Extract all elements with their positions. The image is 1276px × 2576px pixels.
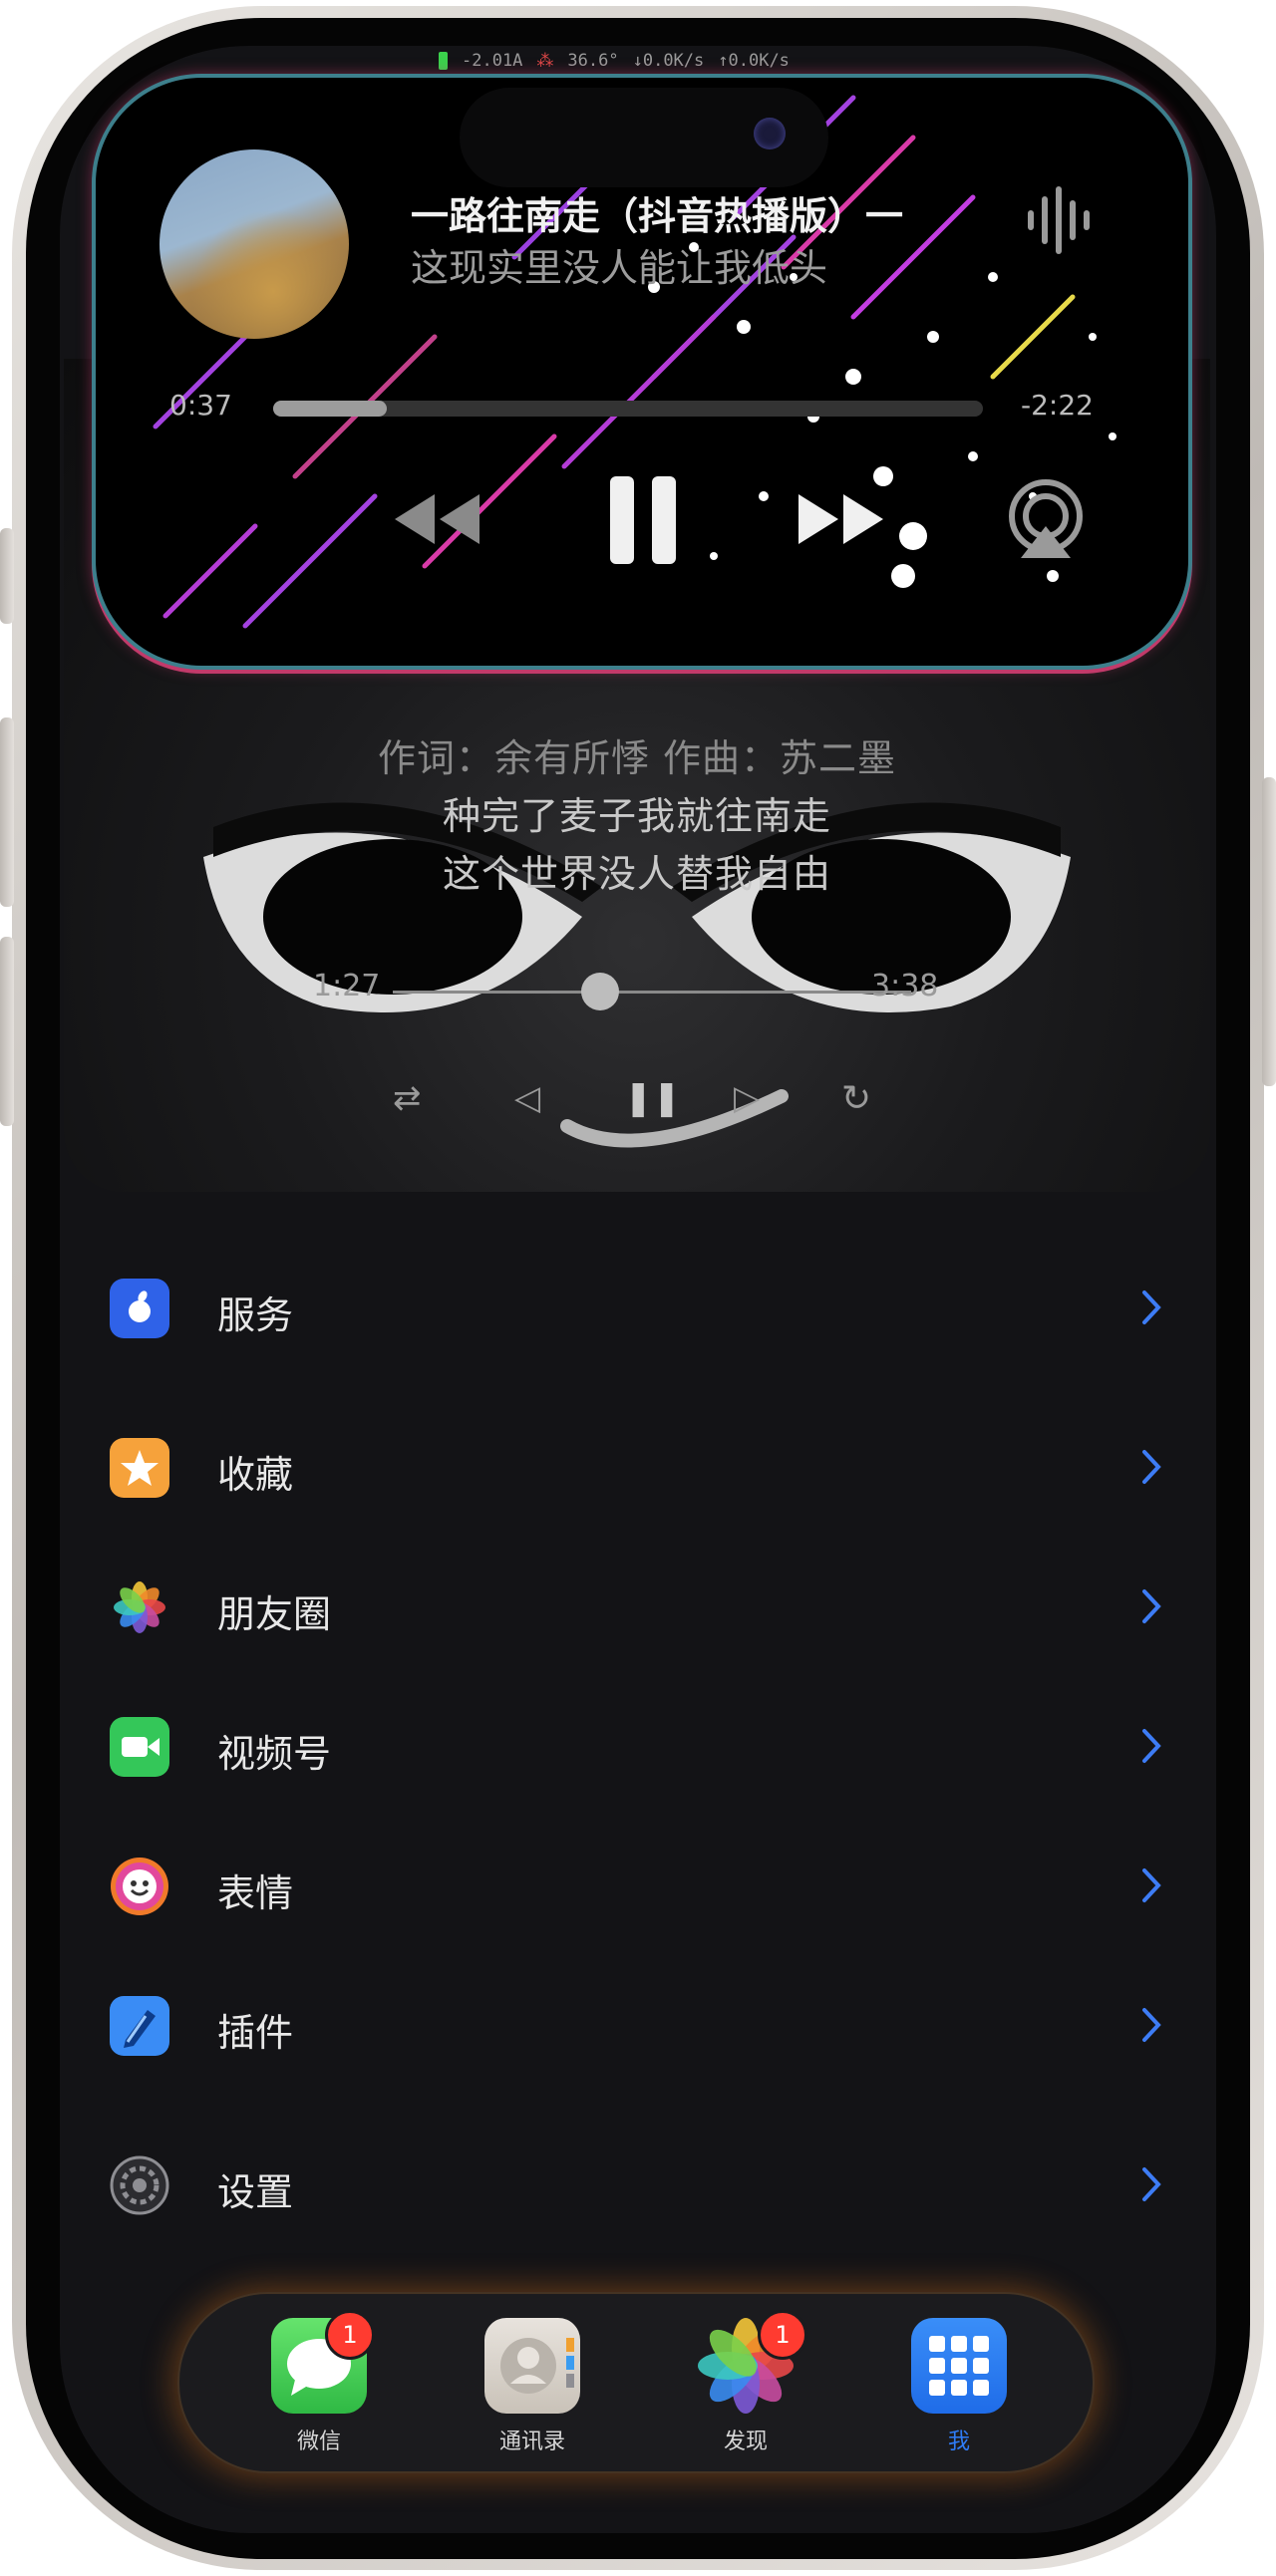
chevron-right-icon	[1142, 2008, 1161, 2042]
tab-wechat-label: 微信	[296, 2430, 341, 2454]
front-camera	[754, 118, 786, 149]
apple-icon	[110, 1279, 169, 1338]
chevron-right-icon	[1142, 1290, 1161, 1324]
tab-me[interactable]	[911, 2318, 1007, 2414]
chevron-right-icon	[1142, 2167, 1161, 2201]
discover-badge: 1	[758, 2310, 807, 2360]
menu-item-label: 朋友圈	[217, 1592, 332, 1636]
album-art[interactable]	[160, 149, 349, 339]
remaining-time: -2:22	[1021, 389, 1094, 422]
lyrics-progress-knob[interactable]	[581, 973, 619, 1010]
tab-discover-label: 发现	[723, 2430, 768, 2454]
video-camera-icon	[110, 1717, 169, 1777]
emoji-face-icon	[110, 1857, 169, 1916]
chevron-right-icon	[1142, 1450, 1161, 1484]
puzzle-pencil-icon	[110, 1996, 169, 2056]
lyrics-line-next: 这个世界没人替我自由	[442, 852, 831, 896]
volume-up-button	[0, 717, 14, 907]
menu-item-label: 表情	[217, 1871, 294, 1915]
song-lyric-line: 这现实里没人能让我低头	[411, 246, 828, 290]
lyrics-line-current: 种完了麦子我就往南走	[442, 794, 831, 838]
fast-forward-icon[interactable]	[794, 484, 893, 554]
tab-contacts[interactable]	[484, 2318, 580, 2414]
tab-contacts-label: 通讯录	[498, 2430, 565, 2454]
menu-item[interactable]: 设置	[60, 2126, 1216, 2245]
menu-item-label: 视频号	[217, 1732, 332, 1776]
playback-progress-fill	[273, 401, 387, 417]
apps-grid-icon	[929, 2336, 989, 2396]
menu-item-label: 设置	[217, 2170, 294, 2214]
mute-switch	[0, 528, 14, 624]
menu-item-label: 收藏	[217, 1453, 294, 1497]
elapsed-time: 0:37	[169, 389, 232, 422]
loop-icon[interactable]: ↻	[841, 1078, 871, 1119]
song-title: 一路往南走（抖音热播版）一	[411, 194, 904, 238]
menu-item-label: 插件	[217, 2011, 294, 2055]
lyrics-pause-icon[interactable]: ❚❚	[624, 1078, 681, 1118]
temperature-reading: 36.6°	[567, 51, 619, 71]
next-track-icon[interactable]: ▷	[734, 1078, 760, 1118]
gear-icon	[110, 2155, 169, 2215]
lyrics-total-time: 3:38	[871, 969, 939, 1003]
download-speed: ↓0.0K/s	[632, 51, 705, 71]
lyrics-progress-track[interactable]	[393, 991, 911, 994]
photos-flower-icon	[110, 1577, 169, 1637]
chevron-right-icon	[1142, 1868, 1161, 1902]
waveform-icon	[1028, 186, 1090, 254]
menu-item[interactable]: 朋友圈	[60, 1548, 1216, 1667]
current-reading: -2.01A	[462, 51, 523, 71]
menu-item[interactable]: 服务	[60, 1249, 1216, 1368]
contacts-icon	[500, 2338, 574, 2394]
chevron-right-icon	[1142, 1729, 1161, 1763]
music-player-widget[interactable]: 一路往南走（抖音热播版）一 这现实里没人能让我低头 0:37 -2:22	[92, 74, 1192, 670]
chevron-right-icon	[1142, 1589, 1161, 1623]
pause-icon[interactable]	[604, 472, 684, 568]
menu-item[interactable]: 插件	[60, 1966, 1216, 2086]
wechat-badge: 1	[325, 2310, 375, 2360]
tab-me-label: 我	[947, 2430, 970, 2454]
volume-down-button	[0, 937, 14, 1126]
star-icon	[110, 1438, 169, 1498]
playback-progress-bar[interactable]	[273, 401, 983, 417]
power-button	[1262, 777, 1276, 1086]
previous-track-icon[interactable]: ◁	[514, 1078, 540, 1118]
thermometer-icon: ⁂	[536, 51, 554, 71]
menu-item[interactable]: 收藏	[60, 1408, 1216, 1528]
menu-item-label: 服务	[217, 1293, 294, 1337]
menu-item[interactable]: 视频号	[60, 1687, 1216, 1807]
upload-speed: ↑0.0K/s	[718, 51, 790, 71]
battery-icon	[439, 52, 448, 70]
repeat-icon[interactable]: ⇄	[393, 1078, 422, 1118]
lyrics-elapsed-time: 1:27	[313, 969, 381, 1003]
lyrics-credits: 作词：余有所悸 作曲：苏二墨	[377, 736, 897, 780]
status-bar: -2.01A ⁂ 36.6° ↓0.0K/s ↑0.0K/s	[439, 48, 837, 74]
menu-item[interactable]: 表情	[60, 1827, 1216, 1946]
rewind-icon[interactable]	[385, 484, 484, 554]
airplay-icon[interactable]	[1003, 476, 1089, 562]
